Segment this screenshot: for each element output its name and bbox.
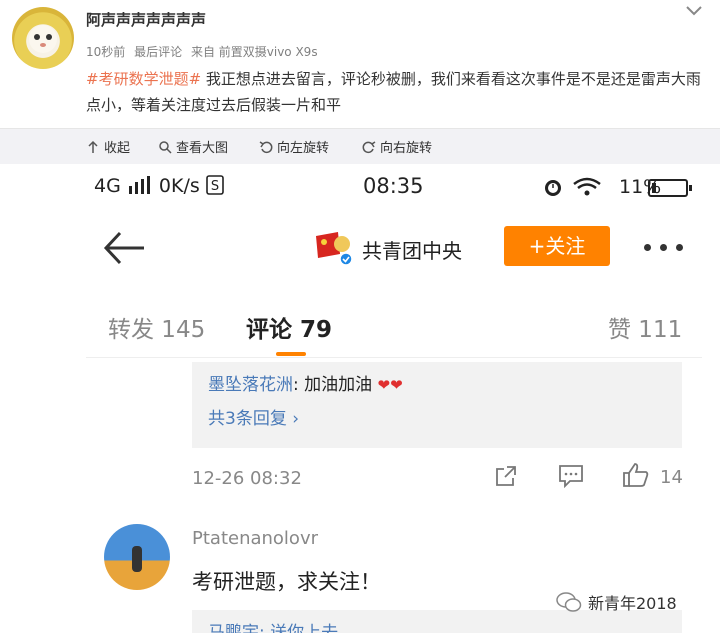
more-icon[interactable] bbox=[642, 244, 686, 252]
post-time: 10秒前 bbox=[86, 45, 126, 59]
image-toolbar: 收起 查看大图 向左旋转 向右旋转 bbox=[0, 128, 720, 164]
rotate-left-label: 向左旋转 bbox=[277, 141, 330, 156]
tab-like[interactable]: 赞 111 bbox=[608, 310, 682, 344]
reply-line: 墨坠落花洲: 加油加油 ❤❤ bbox=[208, 370, 403, 395]
network-status: 4G 0K/s S bbox=[94, 175, 224, 197]
follow-button[interactable]: +关注 bbox=[504, 226, 610, 266]
watermark: 新青年2018 bbox=[556, 590, 677, 614]
post-source: 来自 前置双摄vivo X9s bbox=[190, 45, 318, 59]
view-large-button[interactable]: 查看大图 bbox=[158, 137, 228, 156]
thumbs-up-icon[interactable] bbox=[622, 462, 650, 488]
comment-time: 12-26 08:32 bbox=[192, 468, 302, 489]
svg-text:S: S bbox=[211, 179, 219, 194]
heart-icon: ❤ bbox=[390, 376, 403, 394]
poster-name[interactable]: 阿声声声声声声声 bbox=[86, 9, 206, 30]
poster-avatar[interactable] bbox=[12, 7, 74, 69]
share-icon[interactable] bbox=[494, 464, 518, 488]
view-large-label: 查看大图 bbox=[176, 141, 229, 156]
rotate-right-icon bbox=[362, 140, 376, 153]
reply-username[interactable]: 墨坠落花洲 bbox=[208, 375, 293, 395]
network-type: 4G bbox=[94, 175, 121, 197]
back-arrow-icon[interactable] bbox=[102, 230, 146, 266]
collapse-label: 收起 bbox=[104, 141, 131, 156]
heart-icon: ❤ bbox=[377, 376, 391, 394]
alarm-wifi-icons bbox=[545, 177, 601, 196]
phone-screenshot[interactable]: 4G 0K/s S 08:35 11% 共青团中央 +关注 转发 145 评论 … bbox=[86, 164, 702, 633]
comment-icon[interactable] bbox=[558, 464, 584, 488]
account-name[interactable]: 共青团中央 bbox=[362, 235, 462, 264]
rotate-right-button[interactable]: 向右旋转 bbox=[362, 137, 432, 156]
signal-icon bbox=[128, 176, 150, 194]
comment-actions: 12-26 08:32 14 bbox=[86, 458, 702, 498]
more-replies-link[interactable]: 共3条回复 › bbox=[208, 404, 299, 429]
post-hashtag[interactable]: #考研数学泄题# bbox=[86, 70, 201, 88]
comment-item: Ptatenanolovr 考研泄题，求关注！ 马鹏宇: 送你上去 bbox=[86, 514, 702, 633]
tab-underline bbox=[276, 352, 306, 356]
nav-bar: 共青团中央 +关注 bbox=[86, 208, 702, 286]
collapse-button[interactable]: 收起 bbox=[86, 137, 130, 156]
reply-preview[interactable]: 墨坠落花洲: 加油加油 ❤❤ 共3条回复 › bbox=[192, 362, 682, 448]
wechat-icon bbox=[556, 592, 582, 612]
avatar[interactable] bbox=[104, 524, 170, 590]
clock: 08:35 bbox=[363, 174, 424, 198]
account-logo-icon[interactable] bbox=[314, 228, 354, 266]
reply-text: : 加油加油 bbox=[293, 375, 373, 395]
post-text: #考研数学泄题# 我正想点进去留言，评论秒被删，我们来看看这次事件是不是还是雷声… bbox=[86, 66, 706, 118]
comment-username[interactable]: Ptatenanolovr bbox=[192, 528, 318, 549]
rotate-left-icon bbox=[259, 140, 273, 153]
battery-icon bbox=[648, 179, 692, 197]
watermark-text: 新青年2018 bbox=[588, 594, 677, 613]
tab-bar: 转发 145 评论 79 赞 111 bbox=[86, 286, 702, 358]
s-badge-icon: S bbox=[206, 175, 224, 195]
comment-text: 考研泄题，求关注！ bbox=[192, 570, 381, 594]
chevron-down-icon[interactable] bbox=[684, 4, 704, 18]
tab-comment[interactable]: 评论 79 bbox=[246, 310, 332, 344]
weibo-post: 阿声声声声声声声 10秒前 最后评论 来自 前置双摄vivo X9s #考研数学… bbox=[0, 0, 720, 128]
post-meta: 10秒前 最后评论 来自 前置双摄vivo X9s bbox=[86, 43, 323, 60]
reply-text: 马鹏宇: 送你上去 bbox=[208, 623, 339, 633]
status-bar: 4G 0K/s S 08:35 11% bbox=[86, 164, 702, 208]
search-icon bbox=[159, 140, 172, 154]
collapse-icon bbox=[88, 140, 98, 153]
net-speed: 0K/s bbox=[158, 175, 200, 197]
last-comment-label: 最后评论 bbox=[134, 45, 183, 59]
rotate-right-label: 向右旋转 bbox=[380, 141, 433, 156]
rotate-left-button[interactable]: 向左旋转 bbox=[259, 137, 329, 156]
like-count: 14 bbox=[660, 467, 683, 488]
tab-repost[interactable]: 转发 145 bbox=[108, 310, 205, 344]
